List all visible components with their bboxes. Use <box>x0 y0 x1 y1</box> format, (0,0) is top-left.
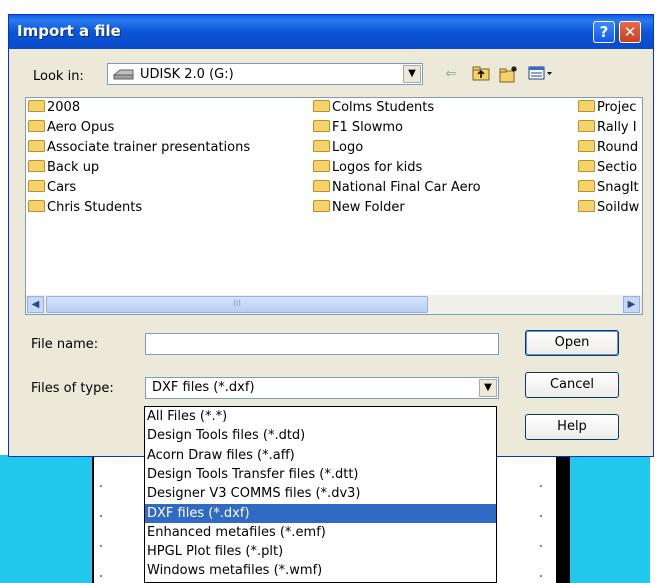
file-list[interactable]: 2008 Aero Opus Associate trainer presentat… <box>25 97 643 315</box>
folder-name: Logos for kids <box>332 160 423 175</box>
folder-name: SnagIt <box>597 180 639 195</box>
background-top <box>0 0 668 8</box>
chevron-down-icon[interactable]: ▼ <box>403 65 421 83</box>
folder-icon <box>578 140 595 152</box>
file-type-option[interactable]: All Files (*.*) <box>145 407 496 426</box>
up-folder-icon[interactable] <box>471 65 491 83</box>
view-menu-icon[interactable] <box>527 65 555 83</box>
folder-item[interactable]: Projec <box>578 100 636 118</box>
file-name-label: File name: <box>31 337 99 352</box>
folder-icon <box>313 120 330 132</box>
folder-name: New Folder <box>332 200 405 215</box>
folder-item[interactable]: Cars <box>28 180 76 198</box>
file-type-option[interactable]: Acorn Draw files (*.aff) <box>145 446 496 465</box>
folder-item[interactable]: SnagIt <box>578 180 639 198</box>
folder-icon <box>578 180 595 192</box>
folder-icon <box>28 120 45 132</box>
look-in-combo[interactable]: UDISK 2.0 (G:) ▼ <box>107 63 423 85</box>
folder-icon <box>578 160 595 172</box>
help-button[interactable]: Help <box>525 414 619 440</box>
look-in-label: Look in: <box>33 69 84 84</box>
folder-icon <box>313 140 330 152</box>
folder-name: Rally I <box>597 120 637 135</box>
dialog-title: Import a file <box>17 22 121 40</box>
folder-icon <box>28 100 45 112</box>
file-type-option[interactable]: Design Tools Transfer files (*.dtt) <box>145 465 496 484</box>
folder-name: F1 Slowmo <box>332 120 403 135</box>
scroll-right-icon[interactable]: ▶ <box>623 296 640 313</box>
folder-name: Soildw <box>597 200 640 215</box>
file-type-option[interactable]: Design Tools files (*.dtd) <box>145 426 496 445</box>
folder-name: Projec <box>597 100 637 115</box>
folder-item[interactable]: Soildw <box>578 200 639 218</box>
folder-icon <box>578 120 595 132</box>
folder-icon <box>578 200 595 212</box>
horizontal-scrollbar[interactable]: ◀ III ▶ <box>26 295 642 314</box>
folder-icon <box>313 200 330 212</box>
file-type-label: Files of type: <box>31 381 114 396</box>
scroll-left-icon[interactable]: ◀ <box>27 296 44 313</box>
folder-icon <box>313 180 330 192</box>
folder-name: Associate trainer presentations <box>47 140 251 155</box>
scrollbar-thumb[interactable]: III <box>46 296 428 313</box>
folder-item[interactable]: Round <box>578 140 638 158</box>
file-type-option[interactable]: Windows metafiles (*.wmf) <box>145 561 496 580</box>
file-name-input[interactable] <box>145 333 499 355</box>
folder-icon <box>313 160 330 172</box>
folder-icon <box>28 180 45 192</box>
back-arrow-icon[interactable]: ⇐ <box>441 65 461 83</box>
folder-item[interactable]: Logo <box>313 140 363 158</box>
file-type-option[interactable]: Designer V3 COMMS files (*.dv3) <box>145 484 496 503</box>
folder-item[interactable]: Colms Students <box>313 100 434 118</box>
folder-icon <box>28 200 45 212</box>
folder-item[interactable]: Aero Opus <box>28 120 114 138</box>
folder-item[interactable]: National Final Car Aero <box>313 180 481 198</box>
file-type-combo[interactable]: DXF files (*.dxf) ▼ <box>145 377 499 399</box>
file-type-option[interactable]: DXF files (*.dxf) <box>145 503 496 523</box>
import-file-dialog: Import a file ? ✕ Look in: UDISK 2.0 (G:… <box>8 14 654 457</box>
file-type-option[interactable]: Enhanced metafiles (*.emf) <box>145 523 496 542</box>
folder-name: Cars <box>47 180 77 195</box>
close-icon[interactable]: ✕ <box>619 21 641 43</box>
folder-name: National Final Car Aero <box>332 180 481 195</box>
folder-name: Logo <box>332 140 364 155</box>
folder-item[interactable]: Back up <box>28 160 99 178</box>
background-divider <box>556 455 570 583</box>
folder-name: Aero Opus <box>47 120 115 135</box>
folder-item[interactable]: 2008 <box>28 100 80 118</box>
folder-icon <box>28 160 45 172</box>
folder-item[interactable]: New Folder <box>313 200 405 218</box>
folder-name: Chris Students <box>47 200 143 215</box>
new-folder-icon[interactable] <box>499 65 519 83</box>
chevron-down-icon[interactable]: ▼ <box>479 379 497 397</box>
folder-item[interactable]: Sectio <box>578 160 637 178</box>
folder-name: 2008 <box>47 100 81 115</box>
folder-item[interactable]: F1 Slowmo <box>313 120 403 138</box>
file-type-value: DXF files (*.dxf) <box>152 380 255 395</box>
title-bar[interactable]: Import a file ? ✕ <box>9 15 653 49</box>
open-button[interactable]: Open <box>525 330 619 356</box>
folder-icon <box>578 100 595 112</box>
folder-name: Colms Students <box>332 100 435 115</box>
folder-item[interactable]: Associate trainer presentations <box>28 140 250 158</box>
look-in-value: UDISK 2.0 (G:) <box>140 67 234 82</box>
help-icon[interactable]: ? <box>593 21 615 43</box>
file-type-dropdown-list[interactable]: All Files (*.*) Design Tools files (*.dtd… <box>144 406 497 583</box>
folder-icon <box>313 100 330 112</box>
file-type-option[interactable]: HPGL Plot files (*.plt) <box>145 542 496 561</box>
folder-name: Sectio <box>597 160 638 175</box>
cancel-button[interactable]: Cancel <box>525 372 619 398</box>
folder-name: Back up <box>47 160 100 175</box>
folder-name: Round <box>597 140 639 155</box>
folder-item[interactable]: Chris Students <box>28 200 142 218</box>
folder-item[interactable]: Rally I <box>578 120 637 138</box>
folder-icon <box>28 140 45 152</box>
folder-item[interactable]: Logos for kids <box>313 160 422 178</box>
drive-icon <box>112 69 134 80</box>
